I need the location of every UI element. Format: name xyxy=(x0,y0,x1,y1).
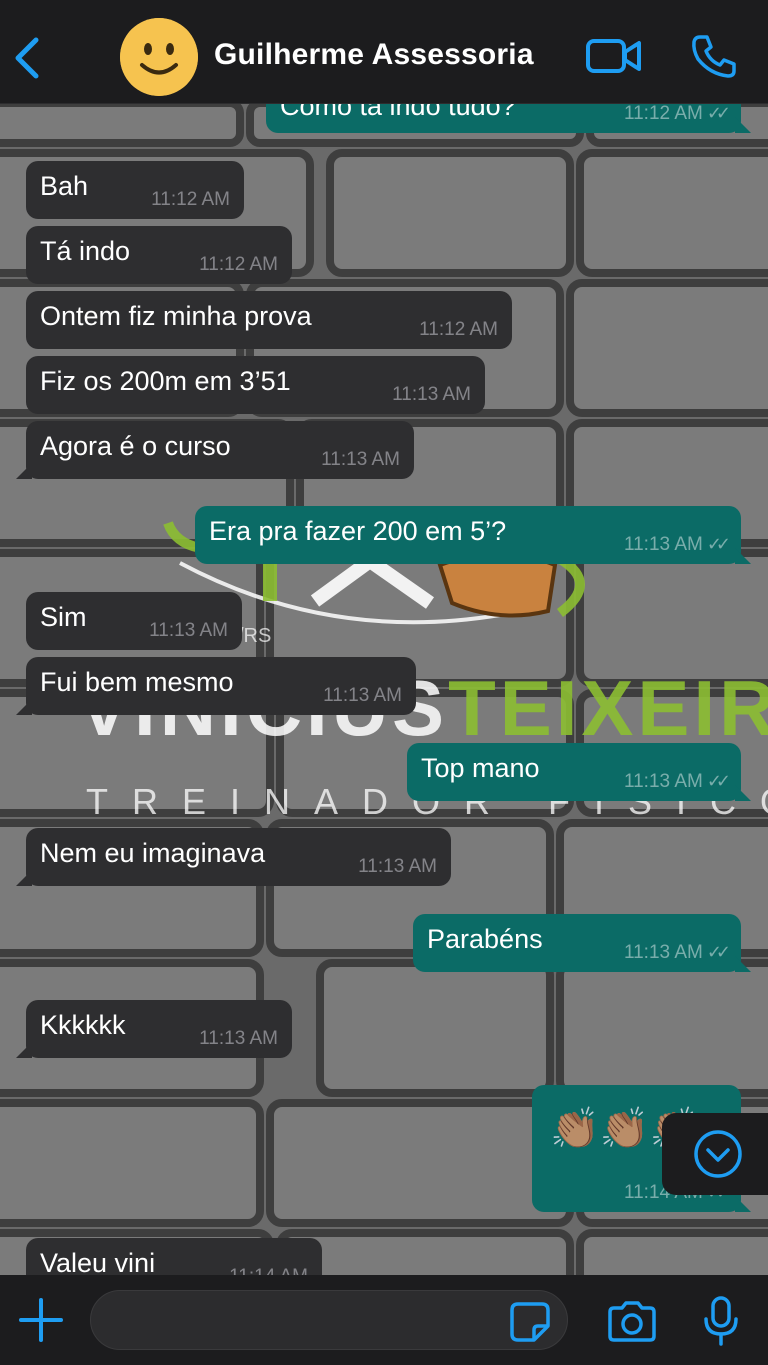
message-input[interactable] xyxy=(90,1290,568,1350)
message-time: 11:12 AM xyxy=(419,319,498,340)
message-time: 11:13 AM xyxy=(623,534,703,555)
message-text: Bah xyxy=(40,171,89,201)
message-text: Valeu vini xyxy=(40,1248,156,1275)
phone-icon[interactable] xyxy=(690,33,738,79)
message-time: 11:13 AM xyxy=(392,384,471,405)
read-receipt-icon: ✓✓ xyxy=(706,771,731,791)
message-time: 11:13 AM xyxy=(149,620,228,641)
message-bubble-incoming[interactable]: Bah 11:12 AM xyxy=(26,161,244,219)
message-time: 11:13 AM xyxy=(623,942,703,963)
read-receipt-icon: ✓✓ xyxy=(706,942,731,962)
message-meta: 11:13 AM ✓✓ xyxy=(623,771,731,793)
message-bubble-incoming[interactable]: Ontem fiz minha prova 11:12 AM xyxy=(26,291,512,349)
plus-icon[interactable] xyxy=(18,1297,64,1343)
message-text: Sim xyxy=(40,602,87,632)
message-bubble-outgoing[interactable]: Era pra fazer 200 em 5’? 11:13 AM ✓✓ xyxy=(195,506,751,564)
message-bubble-outgoing[interactable]: Como tá indo tudo? 11:12 AM ✓✓ xyxy=(266,103,751,133)
chat-header: Guilherme Assessoria xyxy=(0,0,768,104)
message-bubble-incoming[interactable]: Kkkkkk 11:13 AM xyxy=(16,1000,292,1058)
avatar[interactable] xyxy=(120,18,198,96)
read-receipt-icon: ✓✓ xyxy=(706,103,731,123)
message-meta: 11:13 AM ✓✓ xyxy=(623,942,731,964)
message-meta: 11:12 AM ✓✓ xyxy=(623,103,731,125)
message-meta: 11:13 AM ✓✓ xyxy=(623,534,731,556)
message-time: 11:13 AM xyxy=(623,771,703,792)
message-bubble-outgoing[interactable]: Top mano 11:13 AM ✓✓ xyxy=(407,743,751,801)
sticker-icon[interactable] xyxy=(508,1300,552,1344)
message-bubble-incoming[interactable]: Valeu vini 11:14 AM xyxy=(26,1238,322,1275)
message-text: Agora é o curso xyxy=(40,431,231,461)
chevron-down-circle-icon xyxy=(694,1130,742,1178)
message-text: Tá indo xyxy=(40,236,131,266)
message-text: Kkkkkk xyxy=(40,1010,126,1040)
message-time: 11:13 AM xyxy=(323,685,402,706)
message-bubble-incoming[interactable]: Tá indo 11:12 AM xyxy=(26,226,292,284)
message-text: Nem eu imaginava xyxy=(40,838,266,868)
message-bubble-incoming[interactable]: Sim 11:13 AM xyxy=(26,592,242,650)
contact-name[interactable]: Guilherme Assessoria xyxy=(214,38,534,72)
message-time: 11:13 AM xyxy=(358,856,437,877)
message-time: 11:13 AM xyxy=(321,449,400,470)
message-composer xyxy=(0,1275,768,1365)
message-text: Como tá indo tudo? xyxy=(280,103,516,121)
microphone-icon[interactable] xyxy=(700,1295,742,1347)
read-receipt-icon: ✓✓ xyxy=(706,534,731,554)
camera-icon[interactable] xyxy=(606,1300,658,1344)
message-bubble-incoming[interactable]: Fui bem mesmo 11:13 AM xyxy=(16,657,416,715)
message-text: Parabéns xyxy=(427,924,543,954)
message-bubble-incoming[interactable]: Fiz os 200m em 3’51 11:13 AM xyxy=(26,356,485,414)
message-time: 11:12 AM xyxy=(623,103,703,124)
scroll-to-bottom-button[interactable] xyxy=(662,1113,768,1195)
message-text: Era pra fazer 200 em 5’? xyxy=(209,516,507,546)
message-text: Top mano xyxy=(421,753,540,783)
video-camera-icon[interactable] xyxy=(585,36,643,76)
message-time: 11:13 AM xyxy=(199,1028,278,1049)
message-text: Fui bem mesmo xyxy=(40,667,234,697)
chevron-left-icon[interactable] xyxy=(10,36,44,80)
message-bubble-outgoing[interactable]: Parabéns 11:13 AM ✓✓ xyxy=(413,914,751,972)
chat-area[interactable]: /RS VINICIUSTEIXEIRA TREINADOR FISICO Co… xyxy=(0,103,768,1275)
message-bubble-incoming[interactable]: Nem eu imaginava 11:13 AM xyxy=(16,828,451,886)
message-time: 11:12 AM xyxy=(199,254,278,275)
message-time: 11:14 AM xyxy=(229,1266,308,1275)
message-text: Ontem fiz minha prova xyxy=(40,301,312,331)
message-bubble-incoming[interactable]: Agora é o curso 11:13 AM xyxy=(16,421,414,479)
message-time: 11:12 AM xyxy=(151,189,230,210)
message-text: Fiz os 200m em 3’51 xyxy=(40,366,291,396)
smiley-avatar-icon xyxy=(120,18,198,96)
